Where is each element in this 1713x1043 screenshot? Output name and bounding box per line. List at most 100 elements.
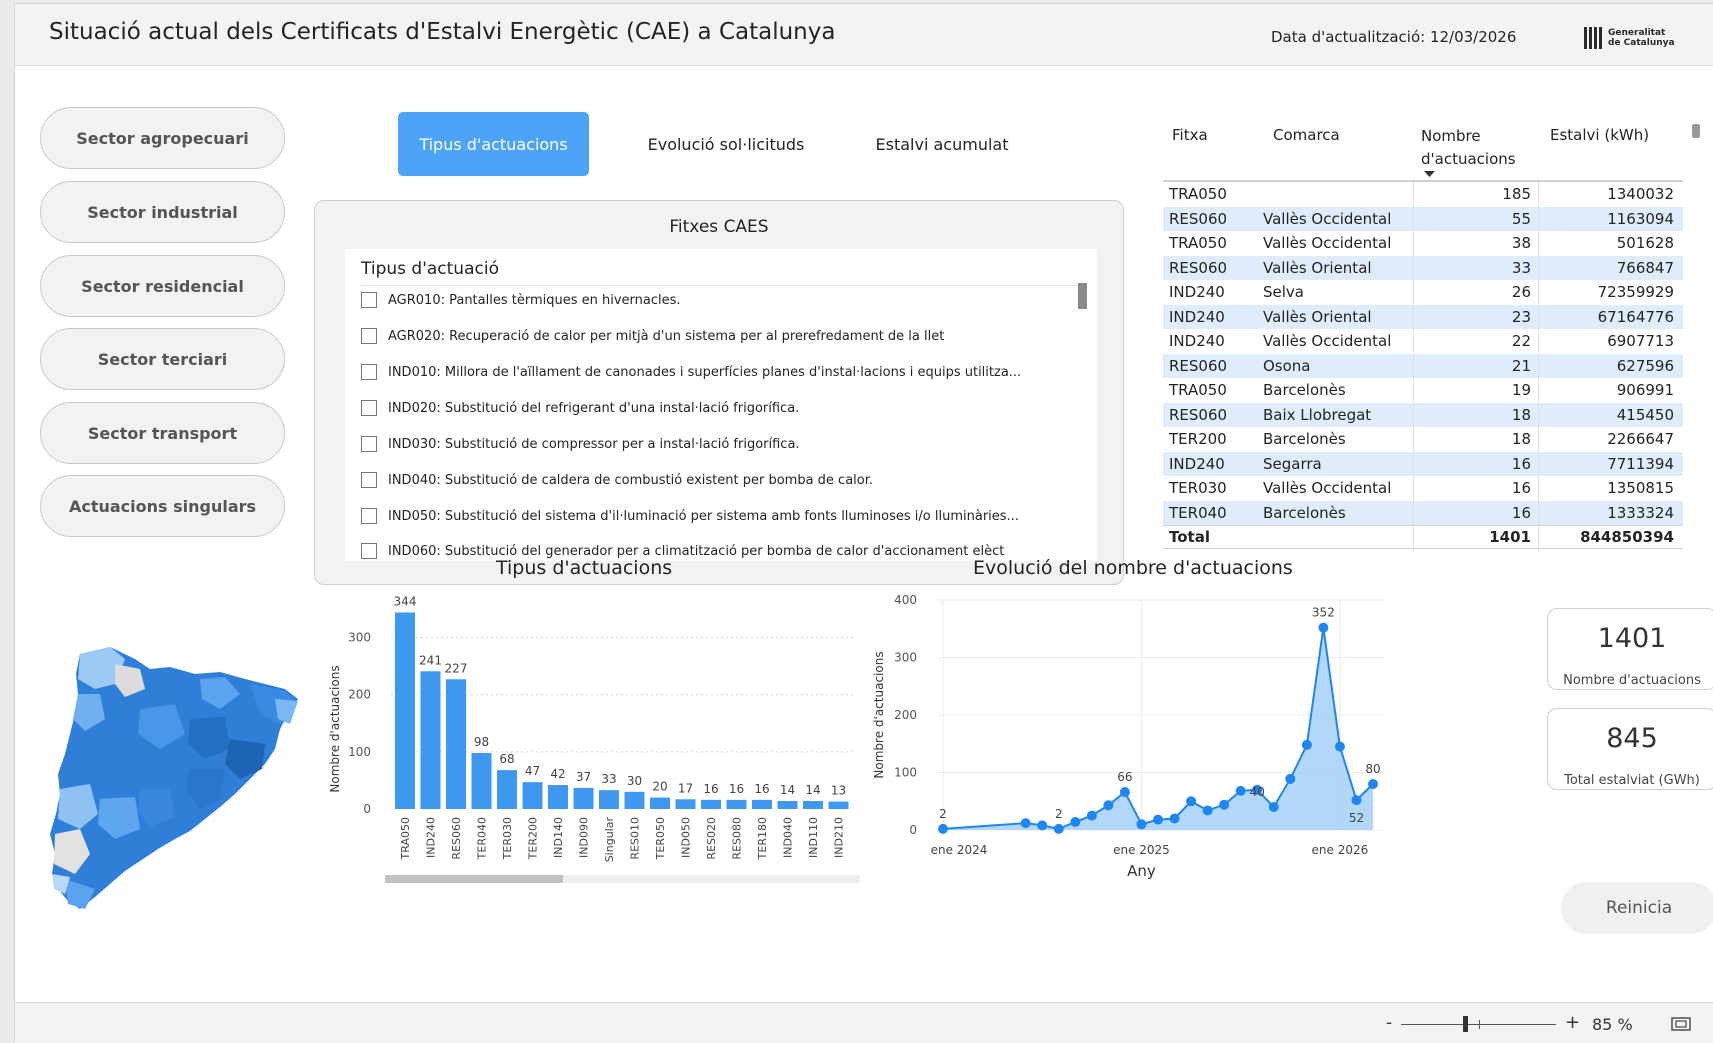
data-label: 241 <box>419 653 442 667</box>
data-point <box>1086 810 1097 821</box>
slicer-item[interactable]: AGR020: Recuperació de calor per mitjà d… <box>361 326 1081 346</box>
slicer-item[interactable]: IND030: Substitució de compressor per a … <box>361 434 1081 454</box>
table-row[interactable]: TER040 Barcelonès 16 1333324 <box>1163 500 1683 525</box>
column-header-comarca[interactable]: Comarca <box>1273 126 1340 144</box>
tab-evolucio-sollicituds[interactable]: Evolució sol·licituds <box>632 112 820 176</box>
checkbox[interactable] <box>361 292 377 308</box>
x-tick-label: IND090 <box>578 817 591 858</box>
data-label: 227 <box>445 661 468 675</box>
reset-button[interactable]: Reinicia <box>1561 882 1713 934</box>
data-label: 16 <box>703 782 718 796</box>
bar-chart-scrollbar-thumb[interactable] <box>385 875 563 883</box>
slicer-item[interactable]: IND040: Substitució de caldera de combus… <box>361 470 1081 490</box>
checkbox[interactable] <box>361 508 377 524</box>
bar <box>497 770 517 809</box>
zoom-slider-thumb[interactable] <box>1463 1016 1468 1032</box>
column-header-nombre[interactable]: Nombre d'actuacions <box>1421 125 1531 171</box>
bar <box>420 671 441 809</box>
table-row[interactable]: IND240 Vallès Oriental 23 67164776 <box>1163 304 1683 329</box>
tab-estalvi-acumulat[interactable]: Estalvi acumulat <box>857 112 1027 176</box>
table-row[interactable]: TRA050 185 1340032 <box>1163 182 1683 207</box>
logo-line-1: Generalitat <box>1608 28 1666 38</box>
cell-estalvi: 501628 <box>1616 234 1674 252</box>
table-scrollbar[interactable] <box>1692 124 1700 138</box>
data-point <box>1351 795 1362 806</box>
x-tick-label: IND240 <box>425 817 438 858</box>
table-row[interactable]: RES060 Vallès Oriental 33 766847 <box>1163 255 1683 280</box>
bar <box>573 787 594 809</box>
cell-comarca: Vallès Occidental <box>1263 479 1392 497</box>
cell-fitxa: TRA050 <box>1169 381 1227 399</box>
slicer-item[interactable]: IND050: Substitució del sistema d'il·lum… <box>361 506 1081 526</box>
cell-estalvi: 6907713 <box>1607 332 1674 350</box>
data-label: 2 <box>1055 807 1063 821</box>
tab-tipus-actuacions[interactable]: Tipus d'actuacions <box>398 112 589 176</box>
table-row[interactable]: IND240 Segarra 16 7711394 <box>1163 451 1683 476</box>
slicer-item[interactable]: IND020: Substitució del refrigerant d'un… <box>361 398 1081 418</box>
table-row[interactable]: IND240 Vallès Occidental 22 6907713 <box>1163 329 1683 354</box>
cell-fitxa: TER200 <box>1169 430 1227 448</box>
column-header-fitxa[interactable]: Fitxa <box>1172 126 1208 144</box>
kpi-label: Nombre d'actuacions <box>1563 673 1701 688</box>
slicer-item[interactable]: IND010: Millora de l'aïllament de canona… <box>361 362 1081 382</box>
cell-estalvi: 1163094 <box>1607 209 1674 228</box>
kpi-nombre-actuacions: 1401 Nombre d'actuacions <box>1547 608 1713 690</box>
data-label: 2 <box>939 807 947 821</box>
map-shape[interactable] <box>50 647 298 909</box>
data-point <box>1119 787 1130 798</box>
data-label: 14 <box>805 783 820 797</box>
cell-nombre: 22 <box>1511 332 1531 350</box>
checkbox[interactable] <box>361 328 377 344</box>
fitxes-caes-panel: Fitxes CAES Tipus d'actuació AGR010: Pan… <box>314 200 1124 585</box>
checkbox[interactable] <box>361 543 377 559</box>
catalunya-comarques-map[interactable] <box>40 639 310 924</box>
checkbox[interactable] <box>361 364 377 380</box>
bar <box>471 753 492 809</box>
checkbox[interactable] <box>361 472 377 488</box>
kpi-value: 845 <box>1606 723 1658 754</box>
sector-industrial-button[interactable]: Sector industrial <box>40 181 285 243</box>
y-axis-label: Nombre d'actuacions <box>328 665 342 792</box>
cell-nombre: 33 <box>1511 258 1531 277</box>
actuacions-singulars-button[interactable]: Actuacions singulars <box>40 475 285 537</box>
total-kwh: 844850394 <box>1580 528 1674 546</box>
generalitat-logo-icon <box>1584 27 1602 49</box>
data-point <box>1186 796 1197 807</box>
x-tick-label: IND140 <box>552 817 565 858</box>
data-label: 98 <box>474 735 489 749</box>
checkbox[interactable] <box>361 436 377 452</box>
zoom-in-button[interactable]: + <box>1565 1012 1580 1033</box>
data-label: 13 <box>831 784 846 798</box>
sector-transport-button[interactable]: Sector transport <box>40 402 285 464</box>
y-tick-label: 0 <box>909 823 917 837</box>
fit-to-page-icon[interactable] <box>1671 1017 1691 1031</box>
table-row[interactable]: IND240 Selva 26 72359929 <box>1163 280 1683 305</box>
checkbox[interactable] <box>361 400 377 416</box>
cell-estalvi: 7711394 <box>1607 454 1674 473</box>
cell-nombre: 55 <box>1511 209 1531 228</box>
bar <box>803 801 823 809</box>
table-row[interactable]: TRA050 Barcelonès 19 906991 <box>1163 378 1683 403</box>
cell-fitxa: RES060 <box>1169 258 1228 277</box>
sector-agropecuari-button[interactable]: Sector agropecuari <box>40 107 285 169</box>
cell-nombre: 16 <box>1511 479 1531 497</box>
sector-terciari-button[interactable]: Sector terciari <box>40 328 285 390</box>
data-point <box>938 823 948 834</box>
data-point <box>1053 823 1064 834</box>
bar <box>624 791 645 809</box>
slicer-item[interactable]: AGR010: Pantalles tèrmiques en hivernacl… <box>361 290 1081 310</box>
sector-residencial-button[interactable]: Sector residencial <box>40 255 285 317</box>
data-label: 66 <box>1117 770 1132 784</box>
column-header-estalvi[interactable]: Estalvi (kWh) <box>1550 126 1649 144</box>
sort-descending-icon[interactable] <box>1424 171 1435 178</box>
table-row[interactable]: TER200 Barcelonès 18 2266647 <box>1163 427 1683 452</box>
table-row[interactable]: RES060 Baix Llobregat 18 415450 <box>1163 402 1683 427</box>
x-tick-label: ene 2025 <box>1113 843 1170 857</box>
cell-comarca: Vallès Occidental <box>1263 209 1392 228</box>
table-row[interactable]: RES060 Vallès Occidental 55 1163094 <box>1163 206 1683 231</box>
data-label: 47 <box>525 764 540 778</box>
table-row[interactable]: RES060 Osona 21 627596 <box>1163 353 1683 378</box>
zoom-out-button[interactable]: - <box>1386 1013 1392 1033</box>
table-row[interactable]: TER030 Vallès Occidental 16 1350815 <box>1163 476 1683 501</box>
table-row[interactable]: TRA050 Vallès Occidental 38 501628 <box>1163 231 1683 256</box>
